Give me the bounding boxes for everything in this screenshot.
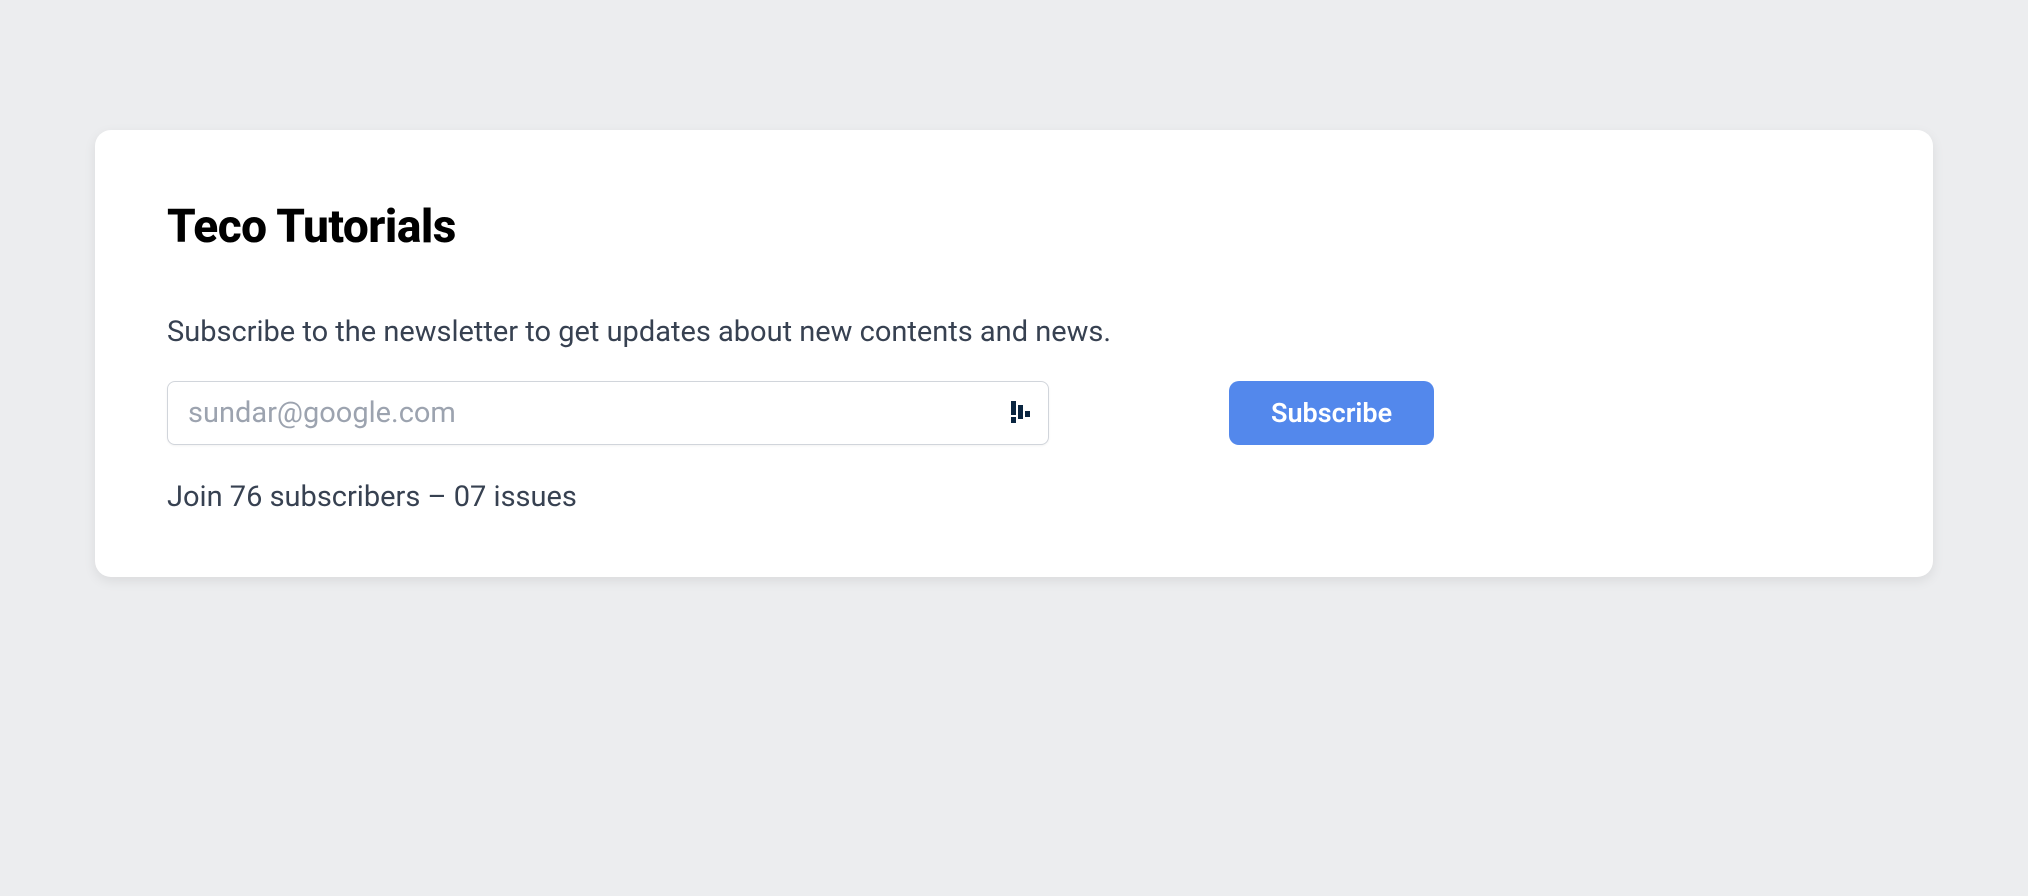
subscriber-stats: Join 76 subscribers – 07 issues <box>167 477 1861 518</box>
email-input-wrapper <box>167 381 1049 445</box>
email-input[interactable] <box>167 381 1049 445</box>
card-title: Teco Tutorials <box>167 200 1861 254</box>
newsletter-card: Teco Tutorials Subscribe to the newslett… <box>95 130 1933 577</box>
card-description: Subscribe to the newsletter to get updat… <box>167 312 1861 353</box>
subscribe-form-row: Subscribe <box>167 381 1861 445</box>
subscribe-button[interactable]: Subscribe <box>1229 381 1434 445</box>
